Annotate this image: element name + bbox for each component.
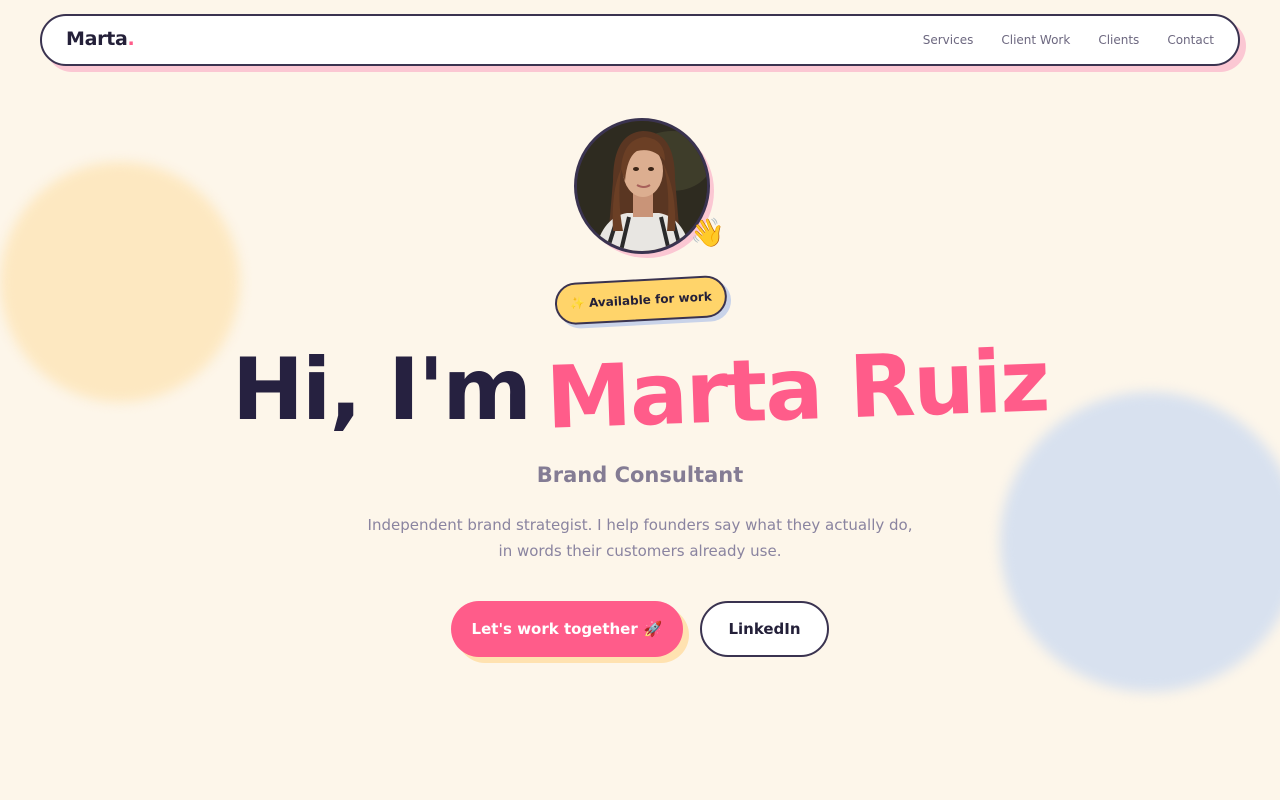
page: Marta. Services Client Work Clients Cont… bbox=[0, 0, 1280, 800]
cta-container: Let's work together 🚀 bbox=[451, 601, 691, 663]
nav-link-contact[interactable]: Contact bbox=[1167, 33, 1214, 47]
hero-role: Brand Consultant bbox=[536, 463, 744, 487]
nav-links: Services Client Work Clients Contact bbox=[923, 33, 1214, 47]
work-together-button[interactable]: Let's work together 🚀 bbox=[451, 601, 683, 657]
nav-link-services[interactable]: Services bbox=[923, 33, 974, 47]
navbar: Marta. Services Client Work Clients Cont… bbox=[40, 14, 1246, 72]
hero-description: Independent brand strategist. I help fou… bbox=[367, 516, 913, 560]
nav-link-clients[interactable]: Clients bbox=[1098, 33, 1139, 47]
work-together-label: Let's work together bbox=[471, 620, 638, 638]
linkedin-button[interactable]: LinkedIn bbox=[700, 601, 829, 657]
waving-hand-icon: 👋 bbox=[690, 216, 725, 249]
portrait-image bbox=[577, 121, 707, 251]
navbar-panel: Marta. Services Client Work Clients Cont… bbox=[40, 14, 1240, 66]
sparkles-icon: ✨ bbox=[569, 296, 586, 311]
hero-greeting: Hi, I'm bbox=[231, 340, 532, 440]
logo-text[interactable]: Marta bbox=[66, 28, 128, 50]
availability-badge: ✨ Available for work bbox=[553, 274, 734, 330]
logo-dot: . bbox=[127, 28, 135, 50]
hero-headline: Hi, I'm Marta Ruiz bbox=[0, 331, 1280, 448]
hero-name: Marta Ruiz bbox=[544, 331, 1050, 449]
logo[interactable]: Marta. bbox=[66, 28, 135, 50]
linkedin-label: LinkedIn bbox=[728, 620, 801, 638]
availability-badge-pill: ✨ Available for work bbox=[553, 274, 728, 326]
rocket-icon: 🚀 bbox=[643, 620, 663, 638]
availability-badge-label: Available for work bbox=[588, 289, 713, 310]
nav-link-client-work[interactable]: Client Work bbox=[1001, 33, 1070, 47]
